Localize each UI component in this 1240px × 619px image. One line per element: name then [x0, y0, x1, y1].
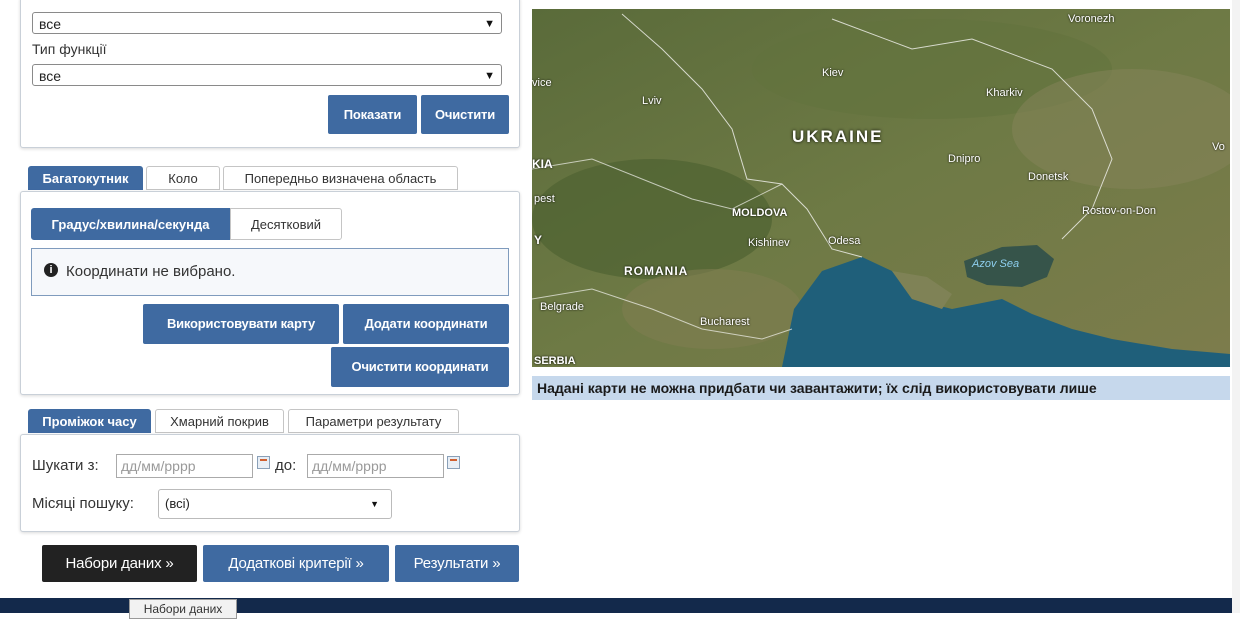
map-caption: Надані карти не можна придбати чи завант… [532, 376, 1230, 400]
map-label-voronezh: Voronezh [1068, 13, 1115, 25]
function-type-select[interactable]: все ▼ [32, 64, 502, 86]
map-label-y: Y [534, 233, 543, 247]
coordinates-info-box: i Координати не вибрано. [31, 248, 509, 296]
function-type-label: Тип функції [32, 41, 107, 57]
map-label-kiev: Kiev [822, 67, 844, 79]
map-label-kishinev: Kishinev [748, 237, 790, 249]
map-label-belgrade: Belgrade [540, 301, 585, 313]
first-filter-select[interactable]: все ▼ [32, 12, 502, 34]
date-to-input[interactable]: дд/мм/рррр [307, 454, 444, 478]
results-button[interactable]: Результати » [395, 545, 519, 582]
add-coordinates-button[interactable]: Додати координати [343, 304, 509, 344]
tab-time-range[interactable]: Проміжок часу [28, 409, 151, 433]
map-label-bucharest: Bucharest [700, 316, 750, 328]
first-filter-value: все [39, 16, 62, 32]
use-map-button[interactable]: Використовувати карту [143, 304, 339, 344]
map-label-pest: pest [534, 193, 555, 205]
map-label-romania: ROMANIA [624, 264, 689, 278]
map-label-vice: vice [532, 77, 552, 89]
tab-circle[interactable]: Коло [146, 166, 220, 190]
map-label-ukraine: UKRAINE [792, 127, 884, 146]
tab-result-params[interactable]: Параметри результату [288, 409, 459, 433]
chevron-down-icon: ▼ [370, 499, 379, 509]
tab-degree-format[interactable]: Градус/хвилина/секунда [31, 208, 230, 240]
satellite-map[interactable]: Voronezh Kiev Kharkiv Lviv UKRAINE Dnipr… [532, 9, 1230, 367]
show-button[interactable]: Показати [328, 95, 417, 134]
search-from-label: Шукати з: [32, 457, 99, 474]
clear-coordinates-button[interactable]: Очистити координати [331, 347, 509, 387]
chevron-down-icon: ▼ [484, 70, 495, 82]
additional-criteria-button[interactable]: Додаткові критерії » [203, 545, 389, 582]
months-label: Місяці пошуку: [32, 495, 134, 512]
map-label-vo: Vo [1212, 141, 1225, 153]
map-label-rostov: Rostov-on-Don [1082, 205, 1156, 217]
to-label: до: [275, 457, 297, 474]
datasets-button[interactable]: Набори даних » [42, 545, 197, 582]
clear-button[interactable]: Очистити [421, 95, 509, 134]
months-select[interactable]: (всі) ▼ [158, 489, 392, 519]
map-label-donetsk: Donetsk [1028, 171, 1069, 183]
tab-predefined-area[interactable]: Попередньо визначена область [223, 166, 458, 190]
calendar-icon[interactable] [257, 456, 270, 469]
map-label-kia: KIA [532, 157, 553, 171]
filter-box: все ▼ Тип функції все ▼ Показати Очистит… [20, 0, 520, 148]
map-label-odesa: Odesa [828, 235, 861, 247]
months-value: (всі) [165, 496, 190, 511]
search-criteria-panel: все ▼ Тип функції все ▼ Показати Очистит… [0, 0, 527, 598]
map-label-azov: Azov Sea [972, 258, 1020, 270]
info-icon: i [44, 263, 58, 277]
map-label-dnipro: Dnipro [948, 153, 981, 165]
tab-decimal-format[interactable]: Десятковий [230, 208, 342, 240]
map-label-kharkiv: Kharkiv [986, 87, 1023, 99]
area-box: Градус/хвилина/секунда Десятковий i Коор… [20, 191, 520, 395]
tab-cloud-cover[interactable]: Хмарний покрив [155, 409, 284, 433]
datasets-tooltip: Набори даних [129, 599, 237, 619]
map-label-lviv: Lviv [642, 95, 662, 107]
tab-polygon[interactable]: Багатокутник [28, 166, 143, 190]
chevron-down-icon: ▼ [484, 18, 495, 30]
map-label-serbia: SERBIA [534, 355, 576, 367]
date-from-input[interactable]: дд/мм/рррр [116, 454, 253, 478]
calendar-icon[interactable] [447, 456, 460, 469]
coordinates-info-text: Координати не вибрано. [66, 263, 236, 280]
page-scrollbar[interactable] [1232, 0, 1240, 613]
time-box: Шукати з: дд/мм/рррр до: дд/мм/рррр Міся… [20, 434, 520, 532]
function-type-value: все [39, 68, 62, 84]
map-label-moldova: MOLDOVA [732, 207, 788, 219]
